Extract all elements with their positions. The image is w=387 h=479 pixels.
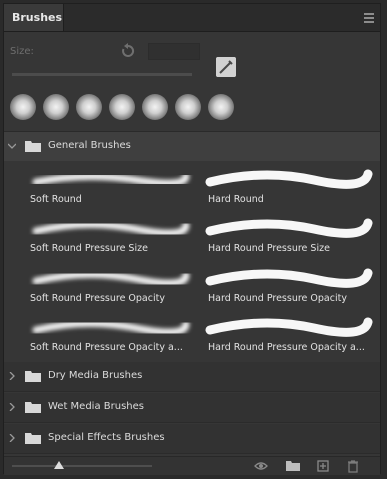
brush-list: General Brushes Soft Round Hard Round So…: [4, 131, 380, 458]
size-label: Size:: [10, 46, 34, 57]
recent-brush[interactable]: [175, 94, 201, 120]
soft-stroke-preview: [32, 172, 190, 187]
menu-icon[interactable]: [364, 13, 374, 23]
folder-icon: [25, 433, 41, 444]
thumbnail-size-slider[interactable]: [12, 465, 152, 467]
brush-label: Soft Round: [30, 194, 82, 205]
chevron-right-icon[interactable]: [8, 403, 16, 411]
new-brush-icon[interactable]: [316, 459, 330, 473]
group-label: Special Effects Brushes: [48, 432, 165, 443]
brush-preset[interactable]: Soft Round Pressure Size: [26, 213, 198, 261]
group-special-effects-brushes[interactable]: Special Effects Brushes: [4, 424, 380, 454]
recent-brushes: [4, 89, 380, 127]
brush-grid: Soft Round Hard Round Soft Round Pressur…: [4, 162, 380, 362]
reset-icon[interactable]: [120, 43, 136, 59]
chevron-down-icon[interactable]: [8, 142, 16, 150]
folder-icon: [25, 141, 41, 152]
brush-preset[interactable]: Soft Round Pressure Opacity a...: [26, 312, 198, 360]
size-slider[interactable]: [12, 73, 192, 76]
group-general-brushes[interactable]: General Brushes: [4, 132, 380, 161]
brush-preset[interactable]: Soft Round: [26, 164, 198, 212]
recent-brush[interactable]: [208, 94, 234, 120]
group-label: Dry Media Brushes: [48, 370, 143, 381]
size-controls: Size:: [4, 32, 380, 87]
panel-tabbar: Brushes: [4, 4, 380, 32]
recent-brush[interactable]: [76, 94, 102, 120]
new-preset-icon[interactable]: [216, 57, 236, 77]
soft-stroke-preview: [32, 220, 190, 237]
group-label: General Brushes: [48, 140, 131, 151]
recent-brush[interactable]: [142, 94, 168, 120]
tab-brushes[interactable]: Brushes: [4, 4, 64, 31]
eye-icon[interactable]: [254, 459, 268, 473]
panel-footer: [4, 456, 380, 475]
recent-brush[interactable]: [43, 94, 69, 120]
brush-preset[interactable]: Soft Round Pressure Opacity: [26, 263, 198, 311]
brushes-panel: Brushes Size: General Brushes Soft Round…: [3, 3, 381, 475]
size-field[interactable]: [148, 43, 200, 60]
new-folder-icon[interactable]: [286, 459, 300, 473]
folder-icon: [25, 402, 41, 413]
brush-preset[interactable]: Hard Round Pressure Size: [204, 213, 376, 261]
brush-label: Hard Round Pressure Size: [208, 243, 330, 254]
brush-label: Hard Round: [208, 194, 264, 205]
soft-stroke-preview: [32, 270, 190, 287]
brush-label: Soft Round Pressure Opacity: [30, 293, 165, 304]
recent-brush[interactable]: [109, 94, 135, 120]
group-label: Wet Media Brushes: [48, 401, 144, 412]
hard-stroke-preview: [205, 317, 373, 337]
brush-preset[interactable]: Hard Round Pressure Opacity a...: [204, 312, 376, 360]
group-dry-media-brushes[interactable]: Dry Media Brushes: [4, 362, 380, 392]
slider-thumb-icon[interactable]: [54, 461, 64, 469]
brush-label: Hard Round Pressure Opacity: [208, 293, 347, 304]
hard-stroke-preview: [205, 169, 373, 189]
brush-label: Soft Round Pressure Size: [30, 243, 148, 254]
group-wet-media-brushes[interactable]: Wet Media Brushes: [4, 393, 380, 423]
brush-preset[interactable]: Hard Round: [204, 164, 376, 212]
trash-icon[interactable]: [346, 459, 360, 473]
folder-icon: [25, 371, 41, 382]
hard-stroke-preview: [205, 268, 373, 288]
chevron-right-icon[interactable]: [8, 372, 16, 380]
chevron-right-icon[interactable]: [8, 434, 16, 442]
brush-preset[interactable]: Hard Round Pressure Opacity: [204, 263, 376, 311]
hard-stroke-preview: [205, 218, 373, 238]
recent-brush[interactable]: [10, 94, 36, 120]
brush-label: Hard Round Pressure Opacity a...: [208, 342, 365, 353]
soft-stroke-preview: [32, 319, 190, 336]
brush-label: Soft Round Pressure Opacity a...: [30, 342, 183, 353]
